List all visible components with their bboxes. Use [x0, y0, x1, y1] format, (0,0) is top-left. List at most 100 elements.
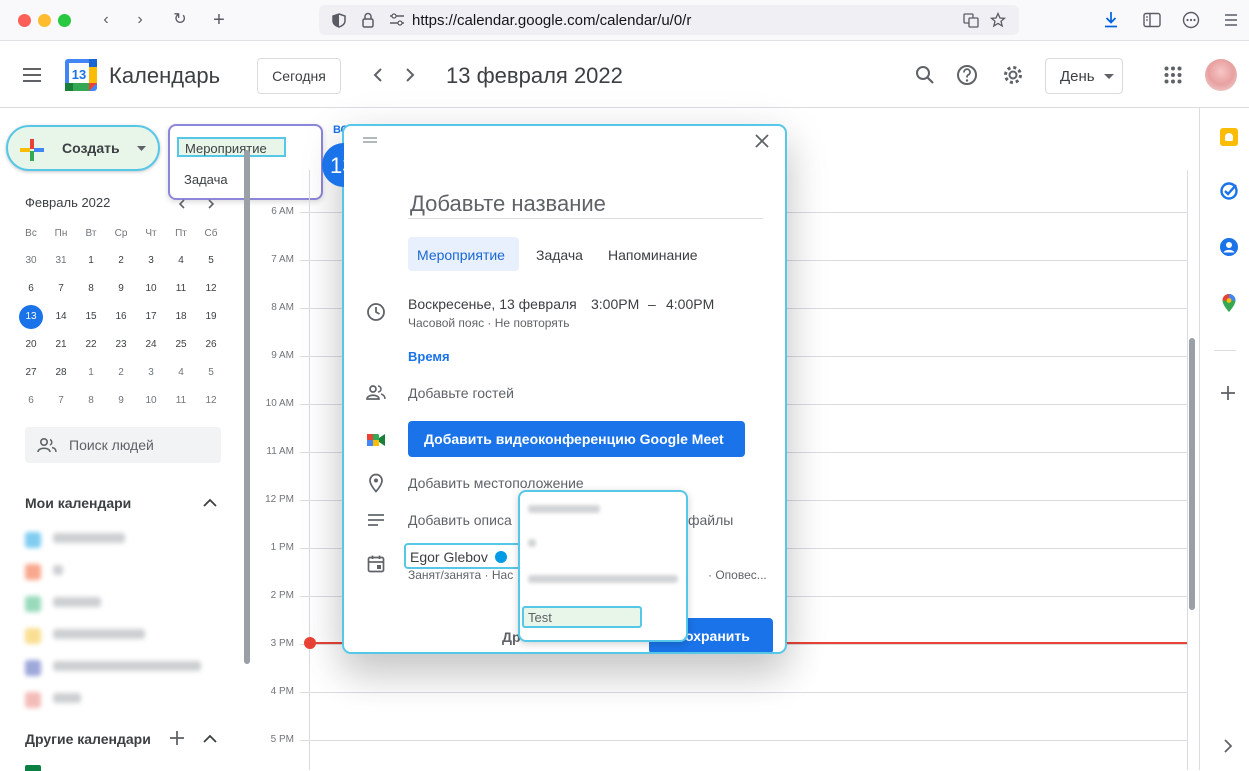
mini-calendar-day[interactable]: 9 — [106, 277, 136, 301]
calendar-option-input[interactable]: Test — [522, 606, 642, 628]
busy-status[interactable]: Занят/занята · Нас — [408, 568, 513, 582]
mini-calendar-day[interactable]: 4 — [166, 361, 196, 385]
settings-gear-icon[interactable] — [1002, 64, 1024, 86]
mini-calendar-day[interactable]: 22 — [76, 333, 106, 357]
mini-calendar-day[interactable]: 10 — [136, 277, 166, 301]
add-attachments-tail[interactable]: файлы — [688, 512, 733, 528]
close-icon[interactable] — [755, 134, 769, 148]
today-button[interactable]: Сегодня — [257, 58, 341, 94]
create-menu-item-task[interactable]: Задача — [184, 171, 228, 191]
extensions-icon[interactable] — [1182, 11, 1200, 29]
mini-calendar-day[interactable]: 7 — [46, 389, 76, 413]
my-calendar-item[interactable] — [25, 530, 205, 548]
add-calendar-icon[interactable] — [169, 730, 185, 746]
my-calendar-item[interactable] — [25, 562, 205, 580]
search-icon[interactable] — [915, 65, 935, 85]
my-calendar-item[interactable] — [25, 690, 205, 708]
other-calendar-checkbox[interactable] — [25, 765, 41, 771]
maps-icon[interactable] — [1221, 293, 1237, 313]
people-search-field[interactable]: Поиск людей — [25, 427, 221, 463]
chevron-up-icon[interactable] — [203, 734, 217, 743]
mini-prev-month-icon[interactable] — [177, 199, 187, 209]
maximize-window-button[interactable] — [58, 14, 71, 27]
mini-calendar-day[interactable]: 30 — [16, 249, 46, 273]
mini-calendar-day[interactable]: 7 — [46, 277, 76, 301]
permissions-icon[interactable] — [389, 13, 405, 27]
mini-calendar-day[interactable]: 2 — [106, 361, 136, 385]
mini-next-month-icon[interactable] — [206, 199, 216, 209]
url-bar[interactable]: https://calendar.google.com/calendar/u/0… — [319, 5, 1019, 35]
create-menu-item-event[interactable]: Мероприятие — [177, 137, 286, 157]
contacts-icon[interactable] — [1220, 238, 1238, 256]
calendar-owner-select[interactable]: Egor Glebov — [404, 543, 521, 569]
mini-calendar-day[interactable]: 5 — [196, 361, 226, 385]
mini-calendar-day[interactable]: 4 — [166, 249, 196, 273]
bookmark-star-icon[interactable] — [990, 12, 1006, 28]
event-title-input[interactable]: Добавьте название — [408, 189, 763, 219]
mini-calendar-day[interactable]: 9 — [106, 389, 136, 413]
add-google-meet-button[interactable]: Добавить видеоконференцию Google Meet — [408, 421, 745, 457]
mini-calendar-day[interactable]: 20 — [16, 333, 46, 357]
event-end-time[interactable]: 4:00PM — [666, 296, 714, 312]
mini-calendar-day[interactable]: 21 — [46, 333, 76, 357]
url-text[interactable]: https://calendar.google.com/calendar/u/0… — [412, 12, 691, 29]
mini-calendar-day[interactable]: 15 — [76, 305, 106, 329]
chevron-up-icon[interactable] — [203, 498, 217, 507]
my-calendar-item[interactable] — [25, 626, 205, 644]
time-link[interactable]: Время — [408, 349, 450, 364]
keep-icon[interactable] — [1220, 128, 1238, 146]
mini-calendar-day[interactable]: 12 — [196, 389, 226, 413]
mini-calendar-day[interactable]: 8 — [76, 389, 106, 413]
mini-calendar-day-selected[interactable]: 13 — [19, 305, 43, 329]
next-day-icon[interactable] — [402, 67, 418, 83]
expand-panel-icon[interactable] — [1223, 739, 1233, 753]
notifications-tail[interactable]: · Оповес... — [708, 568, 767, 582]
minimize-window-button[interactable] — [38, 14, 51, 27]
back-icon[interactable]: ‹ — [95, 9, 117, 31]
event-start-time[interactable]: 3:00PM — [591, 296, 639, 312]
mini-calendar-day[interactable]: 23 — [106, 333, 136, 357]
grid-scrollbar[interactable] — [1189, 338, 1195, 610]
new-tab-icon[interactable]: + — [208, 9, 230, 31]
mini-calendar-day[interactable]: 17 — [136, 305, 166, 329]
close-window-button[interactable] — [18, 14, 31, 27]
mini-calendar-day[interactable]: 16 — [106, 305, 136, 329]
sidebar-icon[interactable] — [1143, 12, 1161, 28]
mini-calendar-day[interactable]: 1 — [76, 249, 106, 273]
mini-calendar-day[interactable]: 11 — [166, 277, 196, 301]
tab-event[interactable]: Мероприятие — [408, 237, 519, 271]
mini-calendar-day[interactable]: 2 — [106, 249, 136, 273]
avatar[interactable] — [1205, 59, 1237, 91]
calendar-logo[interactable]: 13 — [65, 59, 97, 91]
mini-calendar-day[interactable]: 19 — [196, 305, 226, 329]
mini-calendar-day[interactable]: 12 — [196, 277, 226, 301]
event-date[interactable]: Воскресенье, 13 февраля — [408, 296, 577, 312]
mini-calendar-day[interactable]: 3 — [136, 361, 166, 385]
add-addon-icon[interactable] — [1220, 385, 1236, 401]
mini-calendar-day[interactable]: 1 — [76, 361, 106, 385]
translate-icon[interactable] — [963, 13, 979, 28]
my-calendar-item[interactable] — [25, 594, 205, 612]
mini-calendar-day[interactable]: 6 — [16, 277, 46, 301]
add-location[interactable]: Добавить местоположение — [408, 475, 584, 491]
menu-icon[interactable] — [1224, 13, 1238, 27]
help-icon[interactable] — [956, 64, 978, 86]
mini-calendar-day[interactable]: 14 — [46, 305, 76, 329]
calendar-option[interactable] — [526, 536, 676, 550]
reload-icon[interactable]: ↻ — [169, 9, 191, 31]
mini-calendar-day[interactable]: 31 — [46, 249, 76, 273]
mini-calendar-day[interactable]: 5 — [196, 249, 226, 273]
drag-handle-icon[interactable] — [362, 135, 378, 145]
tasks-icon[interactable] — [1220, 182, 1238, 200]
mini-calendar-day[interactable]: 8 — [76, 277, 106, 301]
previous-day-icon[interactable] — [370, 67, 386, 83]
create-button[interactable]: Создать — [6, 125, 160, 171]
mini-calendar-day[interactable]: 6 — [16, 389, 46, 413]
calendar-option[interactable] — [526, 572, 678, 586]
mini-calendar-day[interactable]: 28 — [46, 361, 76, 385]
mini-calendar-day[interactable]: 11 — [166, 389, 196, 413]
mini-calendar-day[interactable]: 27 — [16, 361, 46, 385]
my-calendar-item[interactable] — [25, 658, 205, 676]
sidebar-scrollbar[interactable] — [244, 150, 250, 664]
apps-grid-icon[interactable] — [1164, 66, 1182, 84]
